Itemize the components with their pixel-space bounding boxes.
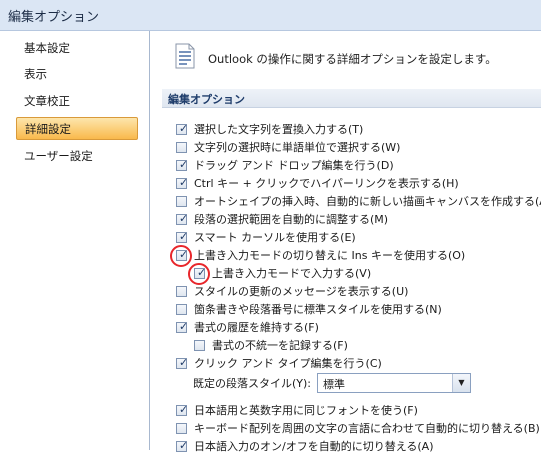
check-mark-icon: ✓ [179, 439, 189, 452]
checkbox[interactable]: ✓ [176, 212, 189, 225]
checkbox[interactable]: ✓ [176, 356, 189, 369]
paragraph-style-label: 既定の段落スタイル(Y): [193, 377, 312, 390]
option-label: キーボード配列を周囲の文字の言語に合わせて自動的に切り替える(B) [194, 422, 540, 435]
document-settings-icon [175, 43, 195, 69]
checkbox[interactable] [176, 304, 187, 315]
paragraph-style-value: 標準 [323, 378, 345, 391]
check-mark-icon: ✓ [179, 122, 189, 135]
check-mark-icon: ✓ [179, 356, 189, 369]
check-mark-icon: ✓ [179, 230, 189, 243]
sidebar: 基本設定 表示 文章校正 詳細設定 ユーザー設定 [0, 31, 150, 450]
sidebar-item-display[interactable]: 表示 [16, 63, 138, 86]
title-bar: 編集オプション [0, 0, 541, 31]
sidebar-item-proofing[interactable]: 文章校正 [16, 90, 138, 113]
checkbox[interactable]: ✓ [176, 122, 189, 135]
option-label: Ctrl キー + クリックでハイパーリンクを表示する(H) [194, 177, 459, 190]
options-panel: Outlook の操作に関する詳細オプションを設定します。 編集オプション ✓ … [150, 31, 541, 453]
option-label: ドラッグ アンド ドロップ編集を行う(D) [194, 159, 394, 172]
option-label: スマート カーソルを使用する(E) [194, 231, 356, 244]
checkbox[interactable]: ✓ [176, 230, 189, 243]
section-title: 編集オプション [168, 93, 245, 106]
checkbox[interactable]: ✓ [176, 403, 189, 416]
checkbox[interactable]: ✓ [176, 176, 189, 189]
option-label: スタイルの更新のメッセージを表示する(U) [194, 285, 409, 298]
checkbox[interactable] [176, 196, 187, 207]
option-label: オートシェイプの挿入時、自動的に新しい描画キャンバスを作成する(A) [194, 195, 541, 208]
sidebar-item-advanced[interactable]: 詳細設定 [16, 117, 138, 140]
panel-header: Outlook の操作に関する詳細オプションを設定します。 [150, 31, 541, 83]
option-label: 日本語入力のオン/オフを自動的に切り替える(A) [194, 440, 434, 453]
check-mark-icon: ✓ [179, 212, 189, 225]
option-label: 書式の不統一を記録する(F) [212, 339, 348, 352]
checkbox[interactable]: ✓ [176, 158, 189, 171]
check-mark-icon: ✓ [179, 403, 189, 416]
paragraph-style-select[interactable]: 標準 ▼ [317, 373, 471, 393]
option-label: 段落の選択範囲を自動的に調整する(M) [194, 213, 389, 226]
checkbox[interactable] [176, 423, 187, 434]
option-label: 選択した文字列を置換入力する(T) [194, 123, 364, 136]
option-label: 日本語用と英数字用に同じフォントを使う(F) [194, 404, 418, 417]
panel-description: Outlook の操作に関する詳細オプションを設定します。 [208, 52, 497, 66]
option-label: 書式の履歴を維持する(F) [194, 321, 319, 334]
highlight-circle [188, 263, 210, 285]
check-mark-icon: ✓ [179, 320, 189, 333]
option-label: 上書き入力モードの切り替えに Ins キーを使用する(O) [194, 249, 466, 262]
checkbox[interactable]: ✓ [176, 439, 189, 452]
check-mark-icon: ✓ [179, 158, 189, 171]
checkbox[interactable]: ✓ [176, 320, 189, 333]
sidebar-item-basic[interactable]: 基本設定 [16, 37, 138, 60]
check-mark-icon: ✓ [179, 176, 189, 189]
checkbox[interactable] [176, 286, 187, 297]
window-title: 編集オプション [8, 10, 100, 25]
option-label: クリック アンド タイプ編集を行う(C) [194, 357, 382, 370]
section-header: 編集オプション [162, 89, 541, 108]
checkbox[interactable] [194, 340, 205, 351]
sidebar-item-customize[interactable]: ユーザー設定 [16, 145, 138, 168]
option-label: 箇条書きや段落番号に標準スタイルを使用する(N) [194, 303, 442, 316]
highlight-circle [170, 245, 192, 267]
option-label: 文字列の選択時に単語単位で選択する(W) [194, 141, 401, 154]
option-label: 上書き入力モードで入力する(V) [212, 267, 372, 280]
chevron-down-icon[interactable]: ▼ [452, 374, 470, 392]
checkbox[interactable] [176, 142, 187, 153]
